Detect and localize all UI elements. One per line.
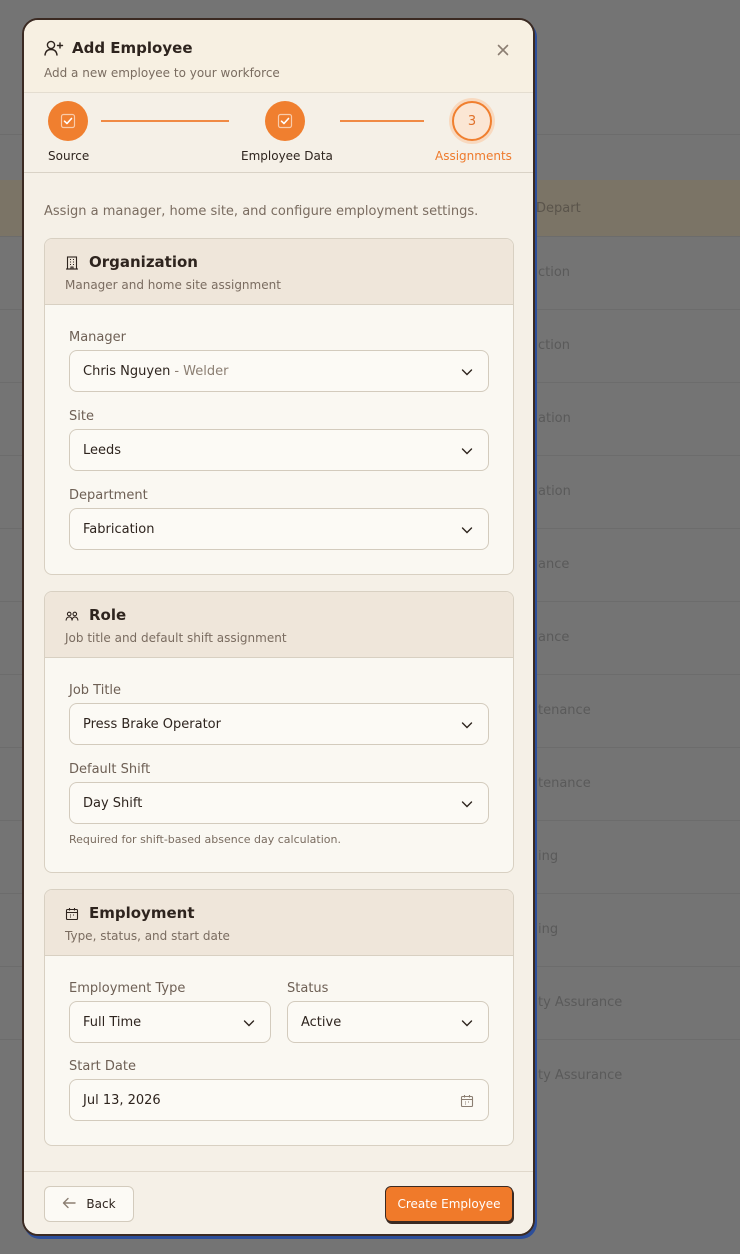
background-header-text: Depart	[536, 201, 581, 216]
employment-subtitle: Type, status, and start date	[65, 929, 230, 943]
default-shift-value: Day Shift	[83, 795, 143, 811]
organization-subtitle: Manager and home site assignment	[65, 278, 281, 292]
user-plus-icon	[44, 39, 64, 57]
status-value: Active	[301, 1014, 342, 1030]
card-title-row: Organization	[65, 253, 198, 271]
default-shift-label: Default Shift	[69, 762, 151, 777]
background-cell: ty Assurance	[538, 1068, 623, 1083]
step-3-label: Assignments	[435, 149, 512, 163]
role-subtitle: Job title and default shift assignment	[65, 631, 287, 645]
chevron-down-icon	[460, 444, 474, 458]
site-value: Leeds	[83, 442, 122, 458]
employment-card: Employment Type, status, and start date …	[44, 889, 514, 1146]
organization-card: Organization Manager and home site assig…	[44, 238, 514, 575]
check-icon	[60, 113, 76, 129]
title-row: Add Employee	[44, 39, 193, 57]
add-employee-modal: Add Employee Add a new employee to your …	[22, 18, 535, 1236]
intro-text: Assign a manager, home site, and configu…	[44, 204, 479, 219]
manager-label: Manager	[69, 330, 126, 345]
shift-help-text: Required for shift-based absence day cal…	[69, 833, 341, 846]
modal-title: Add Employee	[72, 39, 193, 57]
department-value: Fabrication	[83, 521, 155, 537]
employment-card-header: Employment Type, status, and start date	[45, 890, 513, 956]
background-cell: ction	[538, 265, 571, 280]
calendar-icon	[65, 906, 79, 921]
employment-type-label: Employment Type	[69, 981, 186, 996]
site-select[interactable]: Leeds	[69, 429, 489, 471]
start-date-label: Start Date	[69, 1059, 136, 1074]
organization-title: Organization	[89, 253, 198, 271]
job-title-label: Job Title	[69, 683, 122, 698]
modal-subtitle: Add a new employee to your workforce	[44, 66, 280, 80]
back-label: Back	[86, 1197, 116, 1211]
step-3-active[interactable]: 3	[452, 101, 492, 141]
arrow-left-icon	[62, 1197, 77, 1212]
chevron-down-icon	[460, 365, 474, 379]
chevron-down-icon	[460, 1016, 474, 1030]
background-cell: ance	[538, 630, 570, 645]
start-date-input[interactable]: Jul 13, 2026	[69, 1079, 489, 1121]
manager-value: Chris Nguyen	[83, 363, 171, 379]
background-cell: ation	[538, 484, 571, 499]
site-label: Site	[69, 409, 94, 424]
background-cell: ation	[538, 411, 571, 426]
background-cell: tenance	[538, 703, 591, 718]
step-connector	[101, 120, 229, 122]
department-label: Department	[69, 488, 148, 503]
role-title: Role	[89, 606, 127, 624]
chevron-down-icon	[460, 523, 474, 537]
status-label: Status	[287, 981, 329, 996]
chevron-down-icon	[460, 797, 474, 811]
background-cell: ing	[538, 849, 559, 864]
background-cell: ction	[538, 338, 571, 353]
job-title-select[interactable]: Press Brake Operator	[69, 703, 489, 745]
stepper: Source Employee Data 3 Assignments	[24, 92, 533, 173]
organization-card-header: Organization Manager and home site assig…	[45, 239, 513, 305]
step-2-label: Employee Data	[241, 149, 333, 163]
background-cell: ing	[538, 922, 559, 937]
modal-footer: Back Create Employee	[24, 1171, 533, 1234]
create-employee-button[interactable]: Create Employee	[385, 1186, 513, 1222]
building-icon	[65, 255, 79, 270]
chevron-down-icon	[242, 1016, 256, 1030]
background-cell: tenance	[538, 776, 591, 791]
department-select[interactable]: Fabrication	[69, 508, 489, 550]
status-select[interactable]: Active	[287, 1001, 489, 1043]
manager-role: - Welder	[174, 363, 229, 379]
users-icon	[65, 608, 79, 622]
back-button[interactable]: Back	[44, 1186, 134, 1222]
check-icon	[277, 113, 293, 129]
card-title-row: Role	[65, 606, 126, 624]
default-shift-select[interactable]: Day Shift	[69, 782, 489, 824]
chevron-down-icon	[460, 718, 474, 732]
employment-title: Employment	[89, 904, 195, 922]
intro-text-wrap: Assign a manager, home site, and configu…	[44, 204, 515, 219]
manager-select[interactable]: Chris Nguyen - Welder	[69, 350, 489, 392]
step-1-label: Source	[48, 149, 90, 163]
modal-header: Add Employee Add a new employee to your …	[24, 20, 533, 92]
start-date-value: Jul 13, 2026	[83, 1092, 161, 1108]
employment-type-value: Full Time	[83, 1014, 142, 1030]
background-cell: ty Assurance	[538, 995, 623, 1010]
role-card: Role Job title and default shift assignm…	[44, 591, 514, 873]
close-icon[interactable]	[495, 42, 511, 58]
role-card-header: Role Job title and default shift assignm…	[45, 592, 513, 658]
job-title-value: Press Brake Operator	[83, 716, 221, 732]
step-1-complete[interactable]	[48, 101, 88, 141]
employment-type-select[interactable]: Full Time	[69, 1001, 271, 1043]
calendar-picker-icon[interactable]	[460, 1094, 474, 1108]
step-2-complete[interactable]	[265, 101, 305, 141]
background-cell: ance	[538, 557, 570, 572]
card-title-row: Employment	[65, 904, 195, 922]
step-connector	[340, 120, 424, 122]
